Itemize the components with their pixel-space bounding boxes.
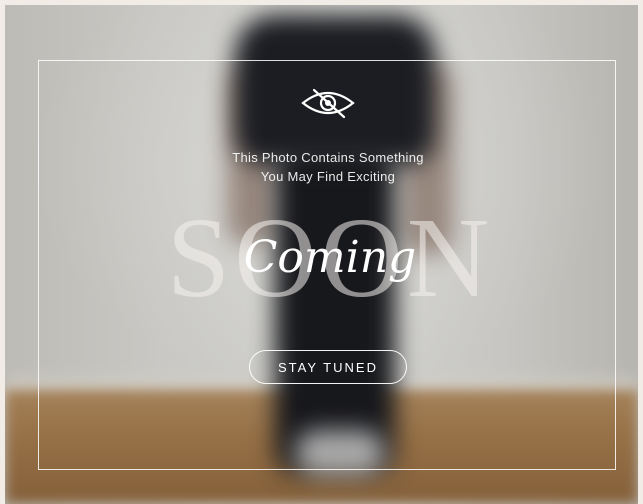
eye-slash-icon	[301, 88, 355, 119]
headline-line-1: This Photo Contains Something	[232, 150, 424, 165]
stay-tuned-button[interactable]: STAY TUNED	[249, 350, 407, 384]
coming-soon-card: This Photo Contains Something You May Fi…	[0, 0, 643, 504]
headline-line-2: You May Find Exciting	[260, 169, 396, 184]
coming-script-heading: Coming	[243, 232, 417, 283]
